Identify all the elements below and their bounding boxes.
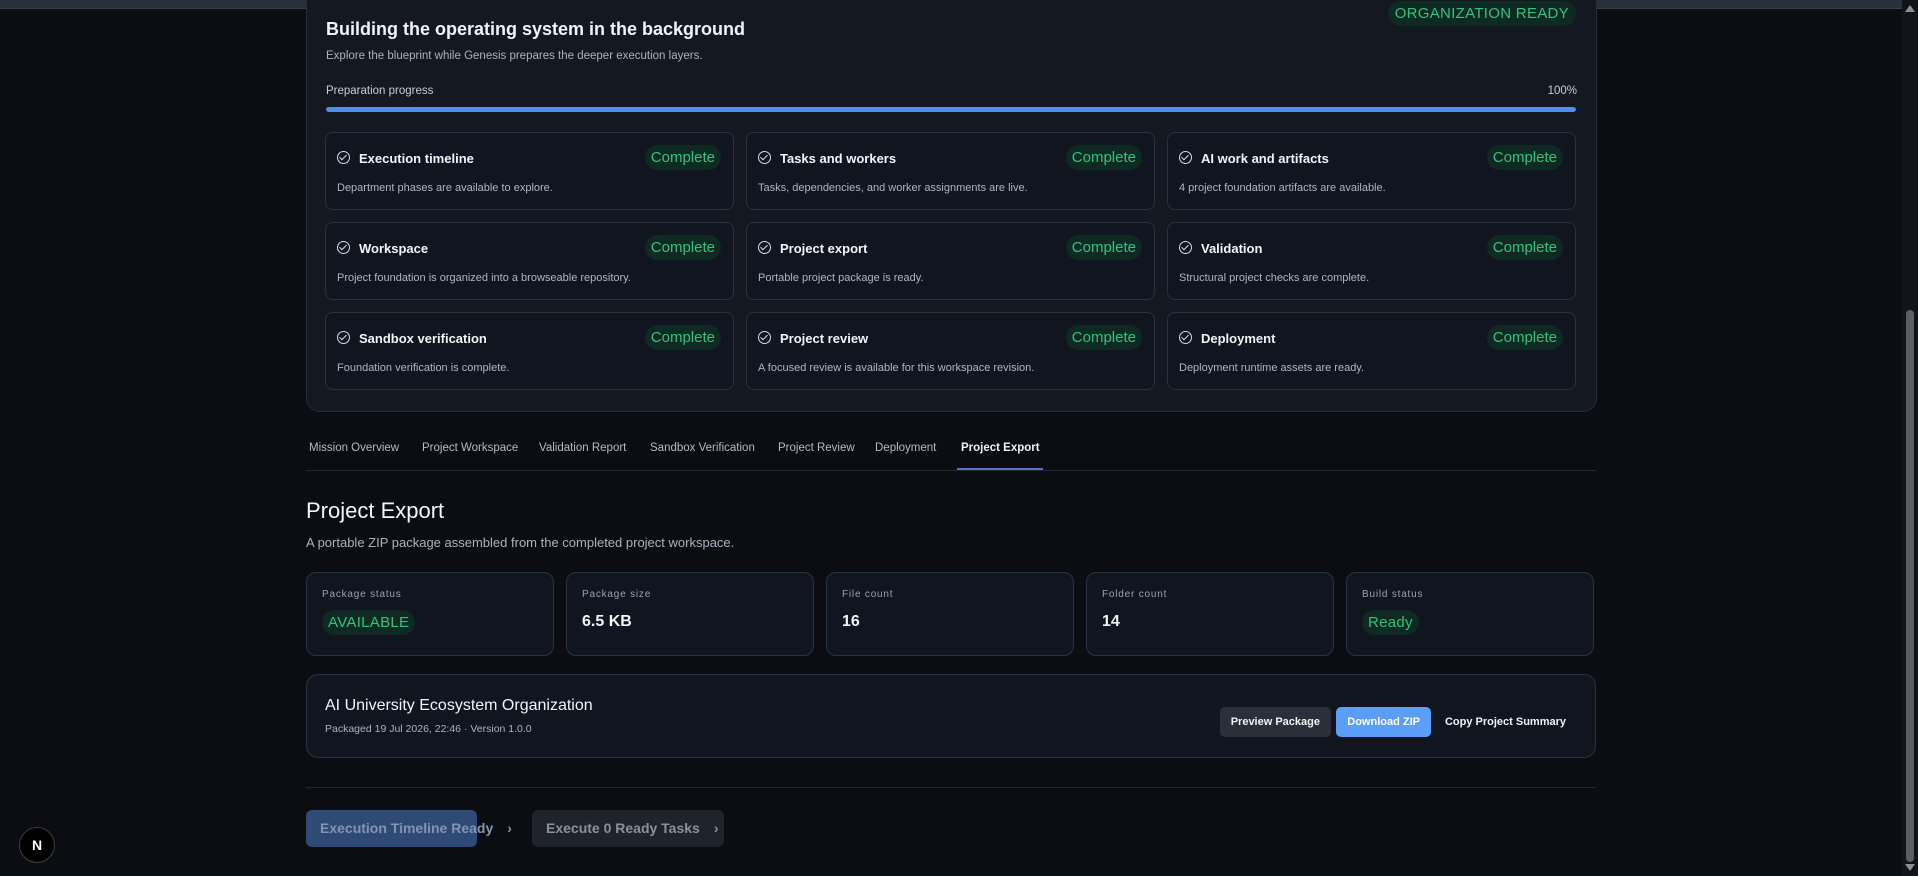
progress-bar	[326, 107, 1576, 112]
step-status-badge: Complete	[644, 235, 721, 260]
divider	[306, 787, 1596, 788]
step-title: AI work and artifacts	[1201, 151, 1329, 166]
step-description: Tasks, dependencies, and worker assignme…	[758, 182, 1028, 194]
stat-package-status: Package status AVAILABLE	[306, 572, 554, 656]
tab-sandbox-verification[interactable]: Sandbox Verification	[650, 442, 755, 454]
stat-build-status: Build status Ready	[1346, 572, 1594, 656]
step-title: Workspace	[359, 241, 429, 256]
check-circle-icon	[337, 151, 350, 164]
stat-package-size: Package size 6.5 KB	[566, 572, 814, 656]
organization-ready-badge: ORGANIZATION READY	[1387, 1, 1576, 26]
step-card: Tasks and workers Complete Tasks, depend…	[746, 132, 1155, 210]
chevron-right-icon: ›	[713, 820, 719, 836]
progress-bar-fill	[326, 107, 1576, 112]
preparation-card: Building the operating system in the bac…	[306, 0, 1597, 412]
check-circle-icon	[337, 331, 350, 344]
status-badge: AVAILABLE	[322, 610, 416, 635]
execution-timeline-ready-button[interactable]: Execution Timeline Ready ›	[306, 810, 512, 847]
step-title: Sandbox verification	[359, 331, 487, 346]
check-circle-icon	[758, 151, 771, 164]
step-card: Validation Complete Structural project c…	[1167, 222, 1576, 300]
step-description: Structural project checks are complete.	[1179, 272, 1370, 284]
step-description: Deployment runtime assets are ready.	[1179, 362, 1365, 374]
package-name: AI University Ecosystem Organization	[325, 697, 593, 714]
check-circle-icon	[1179, 151, 1192, 164]
step-title: Validation	[1201, 241, 1263, 256]
package-meta: Packaged 19 Jul 2026, 22:46 · Version 1.…	[325, 723, 532, 735]
step-description: Department phases are available to explo…	[337, 182, 553, 194]
chevron-right-icon: ›	[507, 820, 512, 836]
tab-validation-report[interactable]: Validation Report	[539, 442, 626, 454]
step-card: Deployment Complete Deployment runtime a…	[1167, 312, 1576, 390]
step-description: Portable project package is ready.	[758, 272, 924, 284]
stat-label: Build status	[1362, 589, 1424, 600]
step-status-badge: Complete	[644, 145, 721, 170]
stat-folder-count: Folder count 14	[1086, 572, 1334, 656]
step-card: Project review Complete A focused review…	[746, 312, 1155, 390]
step-title: Execution timeline	[359, 151, 474, 166]
step-description: 4 project foundation artifacts are avail…	[1179, 182, 1386, 194]
step-title: Project export	[780, 241, 868, 256]
step-status-badge: Complete	[1065, 325, 1142, 350]
step-title: Project review	[780, 331, 869, 346]
progress-value: 100%	[1547, 85, 1577, 97]
tab-project-review[interactable]: Project Review	[778, 442, 855, 454]
step-description: Foundation verification is complete.	[337, 362, 510, 374]
preview-package-button[interactable]: Preview Package	[1219, 707, 1331, 737]
package-card: AI University Ecosystem Organization Pac…	[306, 674, 1596, 758]
stat-value: 14	[1102, 613, 1120, 630]
scrollbar[interactable]	[1902, 0, 1918, 876]
step-description: A focused review is available for this w…	[758, 362, 1035, 374]
tab-project-workspace[interactable]: Project Workspace	[422, 442, 518, 454]
copy-project-summary-button[interactable]: Copy Project Summary	[1434, 707, 1577, 737]
section-tabs: Mission Overview Project Workspace Valid…	[306, 435, 1596, 471]
prep-title: Building the operating system in the bac…	[326, 19, 746, 39]
scroll-up-arrow-icon[interactable]	[1905, 5, 1915, 12]
step-grid: Execution timeline Complete Department p…	[325, 132, 1577, 390]
active-tab-indicator	[957, 468, 1043, 470]
button-label: Execute 0 Ready Tasks	[546, 820, 700, 836]
tab-project-export[interactable]: Project Export	[961, 442, 1040, 454]
check-circle-icon	[1179, 241, 1192, 254]
step-card: Execution timeline Complete Department p…	[325, 132, 734, 210]
prep-subtitle: Explore the blueprint while Genesis prep…	[326, 50, 703, 62]
progress-label: Preparation progress	[326, 85, 434, 97]
check-circle-icon	[337, 241, 350, 254]
stat-label: File count	[842, 589, 894, 600]
status-badge: Ready	[1362, 610, 1419, 635]
stat-value: 16	[842, 613, 860, 630]
execute-ready-tasks-button[interactable]: Execute 0 Ready Tasks ›	[532, 810, 724, 847]
step-card: AI work and artifacts Complete 4 project…	[1167, 132, 1576, 210]
page-subtitle: A portable ZIP package assembled from th…	[306, 535, 735, 550]
step-status-badge: Complete	[1486, 325, 1563, 350]
scroll-down-arrow-icon[interactable]	[1905, 864, 1915, 871]
stat-label: Package size	[582, 589, 652, 600]
nextjs-dev-indicator-button[interactable]: N	[19, 827, 55, 863]
check-circle-icon	[758, 241, 771, 254]
tab-mission-overview[interactable]: Mission Overview	[309, 442, 399, 454]
stat-label: Package status	[322, 589, 402, 600]
step-status-badge: Complete	[1486, 145, 1563, 170]
step-card: Project export Complete Portable project…	[746, 222, 1155, 300]
check-circle-icon	[1179, 331, 1192, 344]
step-status-badge: Complete	[1065, 145, 1142, 170]
step-card: Workspace Complete Project foundation is…	[325, 222, 734, 300]
step-status-badge: Complete	[1486, 235, 1563, 260]
button-label: Execution Timeline Ready	[320, 820, 494, 836]
stats-row: Package status AVAILABLE Package size 6.…	[306, 572, 1596, 656]
step-title: Deployment	[1201, 331, 1276, 346]
stat-value: 6.5 KB	[582, 613, 632, 630]
step-status-badge: Complete	[644, 325, 721, 350]
tab-deployment[interactable]: Deployment	[875, 442, 936, 454]
step-card: Sandbox verification Complete Foundation…	[325, 312, 734, 390]
step-status-badge: Complete	[1065, 235, 1142, 260]
stat-label: Folder count	[1102, 589, 1168, 600]
scrollbar-thumb[interactable]	[1906, 310, 1914, 862]
check-circle-icon	[758, 331, 771, 344]
download-zip-button[interactable]: Download ZIP	[1336, 707, 1431, 737]
page-title: Project Export	[306, 498, 445, 523]
step-description: Project foundation is organized into a b…	[337, 272, 631, 284]
stat-file-count: File count 16	[826, 572, 1074, 656]
step-title: Tasks and workers	[780, 151, 897, 166]
